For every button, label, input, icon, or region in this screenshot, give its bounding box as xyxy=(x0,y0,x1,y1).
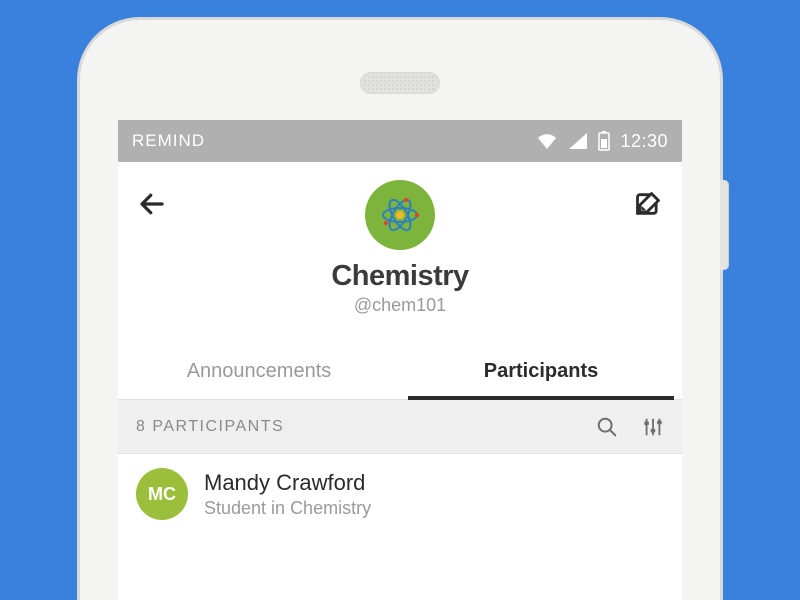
wifi-icon xyxy=(536,132,558,150)
sliders-icon xyxy=(642,416,664,438)
participants-count-label: 8 PARTICIPANTS xyxy=(136,418,596,436)
class-title: Chemistry xyxy=(138,260,662,293)
participant-name: Mandy Crawford xyxy=(204,470,371,496)
tab-participants[interactable]: Participants xyxy=(400,346,682,399)
participant-role: Student in Chemistry xyxy=(204,498,371,519)
phone-speaker xyxy=(360,72,440,94)
tab-announcements[interactable]: Announcements xyxy=(118,346,400,399)
atom-icon xyxy=(378,193,422,237)
search-icon xyxy=(596,416,618,438)
arrow-left-icon xyxy=(137,189,167,219)
avatar: MC xyxy=(136,468,188,520)
status-icons: 12:30 xyxy=(536,131,668,152)
clock: 12:30 xyxy=(620,131,668,152)
tabs: Announcements Participants xyxy=(118,346,682,400)
back-button[interactable] xyxy=(132,184,172,224)
status-bar: REMIND 12:30 xyxy=(118,120,682,162)
list-item[interactable]: MC Mandy Crawford Student in Chemistry xyxy=(118,454,682,534)
phone-frame: REMIND 12:30 xyxy=(80,20,720,600)
class-header: Chemistry @chem101 xyxy=(118,162,682,322)
screen: REMIND 12:30 xyxy=(118,120,682,600)
compose-icon xyxy=(634,190,662,218)
class-avatar xyxy=(365,180,435,250)
participants-list: MC Mandy Crawford Student in Chemistry xyxy=(118,454,682,534)
cellular-icon xyxy=(568,132,588,150)
filter-button[interactable] xyxy=(642,416,664,438)
compose-button[interactable] xyxy=(628,184,668,224)
participants-section-header: 8 PARTICIPANTS xyxy=(118,400,682,454)
class-handle: @chem101 xyxy=(138,295,662,316)
search-button[interactable] xyxy=(596,416,618,438)
battery-icon xyxy=(598,131,610,151)
phone-side-button xyxy=(720,180,729,270)
carrier-label: REMIND xyxy=(132,131,205,151)
